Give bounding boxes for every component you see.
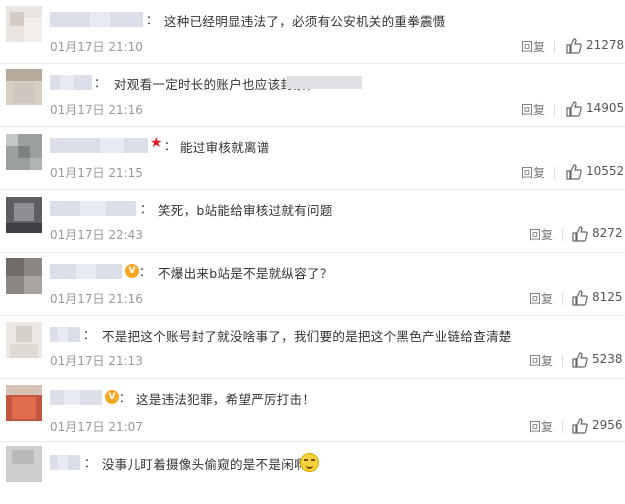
username[interactable] xyxy=(50,75,92,90)
comment-time: 01月17日 21:13 xyxy=(50,354,143,368)
colon: ： xyxy=(139,265,152,279)
colon: ： xyxy=(146,13,159,27)
comment-item: ： 没事儿盯着摄像头偷窥的是不是闲啊 xyxy=(0,441,625,504)
thumbs-up-icon xyxy=(566,101,582,117)
colon: ： xyxy=(84,456,97,470)
avatar[interactable] xyxy=(6,69,42,105)
comment-text: 这是违法犯罪，希望严厉打击！ xyxy=(136,392,316,407)
colon: ： xyxy=(119,391,132,405)
comment-time: 01月17日 21:07 xyxy=(50,420,143,434)
comment-time: 01月17日 22:43 xyxy=(50,228,143,242)
avatar[interactable] xyxy=(6,385,42,421)
avatar[interactable] xyxy=(6,6,42,42)
reply-button[interactable]: 回复 xyxy=(529,290,553,307)
comment-text: 没事儿盯着摄像头偷窥的是不是闲啊 xyxy=(102,457,307,472)
like-count: 8272 xyxy=(592,226,623,240)
reply-button[interactable]: 回复 xyxy=(529,226,553,243)
comment-time: 01月17日 21:15 xyxy=(50,166,143,180)
like-count: 10552 xyxy=(586,164,625,178)
comment-item: ： 这种已经明显违法了，必须有公安机关的重拳震慑 01月17日 21:10 回复… xyxy=(0,0,625,64)
avatar[interactable] xyxy=(6,322,42,358)
comment-item: ★ ： 能过审核就离谱 01月17日 21:15 回复 10552 xyxy=(0,126,625,190)
reply-button[interactable]: 回复 xyxy=(521,38,545,55)
censored-text xyxy=(286,76,362,89)
colon: ： xyxy=(83,328,96,342)
separator xyxy=(554,167,555,179)
avatar[interactable] xyxy=(6,446,42,482)
comment-item: ： 对观看一定时长的账户也应该封禁， 01月17日 21:16 回复 14905 xyxy=(0,63,625,127)
verified-v-icon: V xyxy=(105,390,119,404)
separator xyxy=(562,229,563,241)
comment-time: 01月17日 21:10 xyxy=(50,40,143,54)
username[interactable] xyxy=(50,390,102,405)
verified-v-icon: V xyxy=(125,264,139,278)
comment-text: 这种已经明显违法了，必须有公安机关的重拳震慑 xyxy=(164,14,446,29)
separator xyxy=(562,355,563,367)
colon: ： xyxy=(140,202,153,216)
separator xyxy=(562,293,563,305)
like-count: 5238 xyxy=(592,352,623,366)
username[interactable] xyxy=(50,12,143,27)
username[interactable] xyxy=(50,138,148,153)
like-count: 2956 xyxy=(592,418,623,432)
thumbs-up-icon xyxy=(566,38,582,54)
comment-item: ： 笑死，b站能给审核过就有问题 01月17日 22:43 回复 8272 xyxy=(0,189,625,253)
thumbs-up-icon xyxy=(572,418,588,434)
colon: ： xyxy=(94,76,107,90)
separator xyxy=(554,41,555,53)
thumbs-up-icon xyxy=(572,226,588,242)
comment-text: 笑死，b站能给审核过就有问题 xyxy=(158,203,333,218)
avatar[interactable] xyxy=(6,258,42,294)
username[interactable] xyxy=(50,201,136,216)
reply-button[interactable]: 回复 xyxy=(521,101,545,118)
thumbs-up-icon xyxy=(572,352,588,368)
comment-text: 不爆出来b站是不是就纵容了？ xyxy=(158,266,333,281)
like-count: 14905 xyxy=(586,101,625,115)
wink-emoji-icon xyxy=(300,453,319,472)
reply-button[interactable]: 回复 xyxy=(529,352,553,369)
avatar[interactable] xyxy=(6,134,42,170)
comment-item: V ： 不爆出来b站是不是就纵容了？ 01月17日 21:16 回复 8125 xyxy=(0,252,625,316)
comment-time: 01月17日 21:16 xyxy=(50,292,143,306)
separator xyxy=(562,421,563,433)
avatar[interactable] xyxy=(6,197,42,233)
username[interactable] xyxy=(50,327,80,342)
comment-text: 能过审核就离谱 xyxy=(180,140,270,155)
reply-button[interactable]: 回复 xyxy=(521,164,545,181)
separator xyxy=(554,104,555,116)
comment-item: ： 不是把这个账号封了就没啥事了，我们要的是把这个黑色产业链给查清楚 01月17… xyxy=(0,315,625,379)
thumbs-up-icon xyxy=(572,290,588,306)
comment-time: 01月17日 21:16 xyxy=(50,103,143,117)
red-star-icon: ★ xyxy=(150,135,163,151)
like-count: 8125 xyxy=(592,290,623,304)
comment-text: 不是把这个账号封了就没啥事了，我们要的是把这个黑色产业链给查清楚 xyxy=(102,329,512,344)
reply-button[interactable]: 回复 xyxy=(529,418,553,435)
colon: ： xyxy=(164,139,177,153)
username[interactable] xyxy=(50,264,122,279)
comment-item: V ： 这是违法犯罪，希望严厉打击！ 01月17日 21:07 回复 2956 xyxy=(0,378,625,442)
like-count: 21278 xyxy=(586,38,625,52)
username[interactable] xyxy=(50,455,80,470)
thumbs-up-icon xyxy=(566,164,582,180)
